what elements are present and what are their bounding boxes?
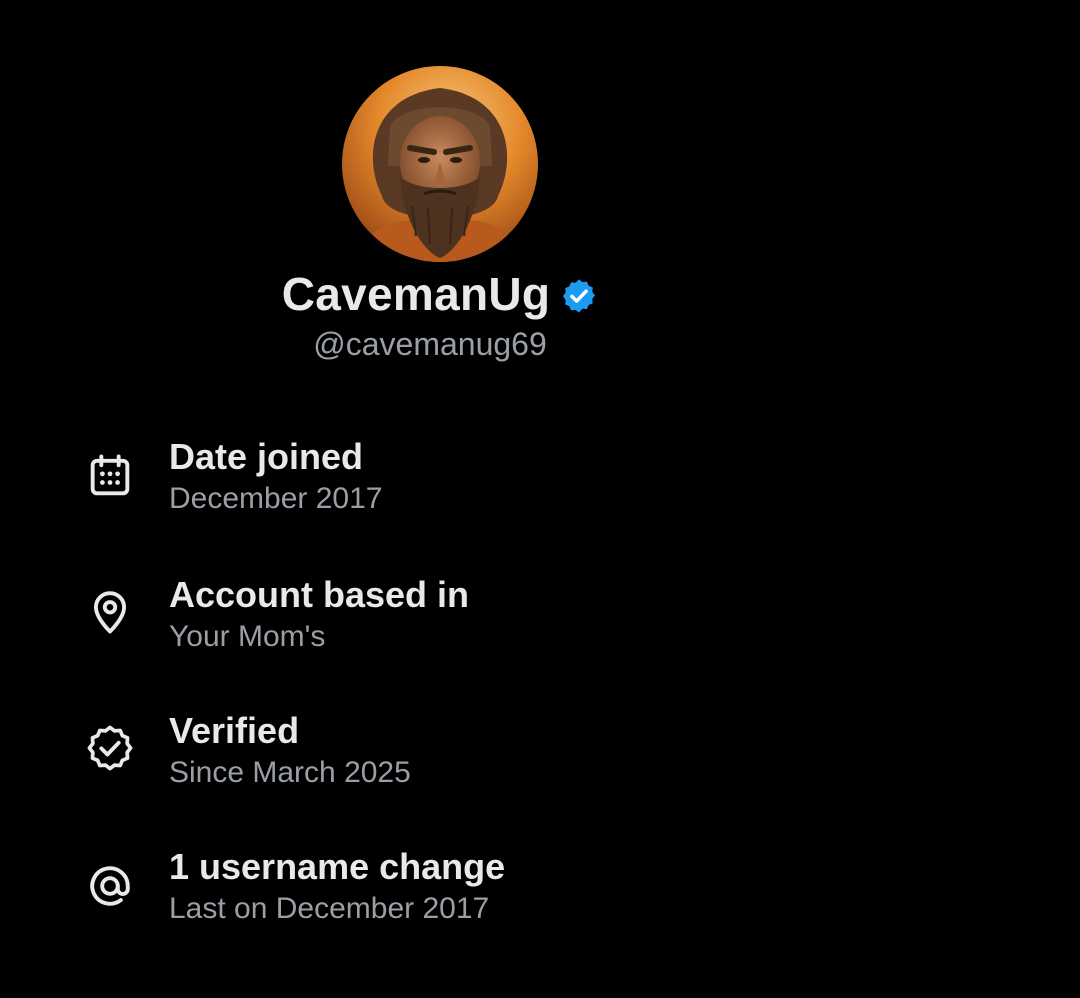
location-pin-icon	[93, 591, 127, 634]
avatar[interactable]	[342, 66, 538, 262]
info-subtitle: Your Mom's	[169, 620, 326, 653]
info-row-username-change: 1 username change Last on December 2017	[0, 840, 1080, 950]
info-title: Verified	[169, 710, 300, 751]
verified-outline-icon	[87, 725, 133, 771]
at-sign-icon	[90, 866, 130, 906]
name-row: CavemanUg	[0, 262, 880, 326]
display-name[interactable]: CavemanUg	[282, 267, 551, 321]
info-subtitle: Since March 2025	[169, 756, 411, 789]
info-row-account-based-in: Account based in Your Mom's	[0, 568, 1080, 678]
info-title: 1 username change	[169, 846, 506, 887]
calendar-icon	[90, 454, 130, 496]
avatar-image	[342, 66, 538, 262]
verified-badge-icon[interactable]	[560, 277, 598, 315]
info-row-verified: Verified Since March 2025	[0, 704, 1080, 814]
info-subtitle: Last on December 2017	[169, 892, 490, 925]
info-title: Date joined	[169, 436, 364, 477]
info-row-date-joined: Date joined December 2017	[0, 430, 1080, 540]
info-title: Account based in	[169, 574, 470, 615]
username-handle[interactable]: @cavemanug69	[0, 326, 860, 363]
info-subtitle: December 2017	[169, 482, 383, 515]
